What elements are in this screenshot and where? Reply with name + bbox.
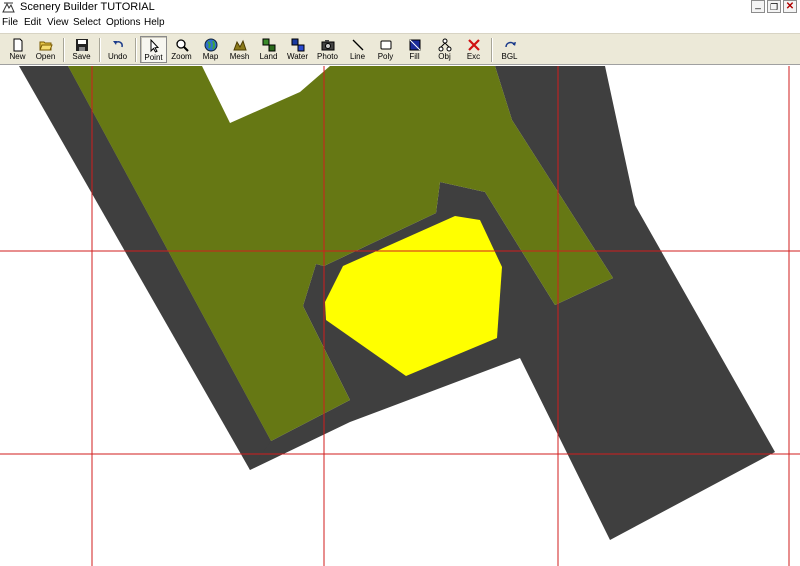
zoom-label: Zoom <box>171 52 192 61</box>
app-icon <box>2 2 15 13</box>
minimize-button[interactable]: _ <box>751 0 765 13</box>
polygon-icon <box>380 40 391 50</box>
object-tree-icon <box>438 38 451 52</box>
title-bar: Scenery Builder TUTORIAL _ ❐ ✕ <box>0 0 800 15</box>
line-icon <box>352 39 363 51</box>
toolbar-separator <box>491 38 493 62</box>
save-disk-icon <box>75 39 88 51</box>
land-squares-icon <box>262 38 275 52</box>
point-label: Point <box>144 53 163 62</box>
close-icon: ✕ <box>785 0 795 12</box>
zoom-tool-button[interactable]: Zoom <box>168 36 195 63</box>
menu-help[interactable]: Help <box>144 17 165 29</box>
poly-tool-button[interactable]: Poly <box>372 36 399 63</box>
photo-label: Photo <box>317 52 338 61</box>
pointer-arrow-icon <box>150 39 159 53</box>
bgl-label: BGL <box>501 52 518 61</box>
restore-icon: ❐ <box>769 1 779 12</box>
toolbar-separator <box>99 38 101 62</box>
mountain-mesh-icon <box>232 39 247 51</box>
minimize-icon: _ <box>755 0 761 10</box>
poly-label: Poly <box>377 52 394 61</box>
save-label: Save <box>72 52 91 61</box>
land-button[interactable]: Land <box>255 36 282 63</box>
menu-bar: File Edit View Select Options Help <box>0 16 800 31</box>
toolbar-separator <box>63 38 65 62</box>
mesh-label: Mesh <box>229 52 250 61</box>
toolbar-separator <box>135 38 137 62</box>
fill-label: Fill <box>409 52 420 61</box>
undo-arrow-icon <box>112 41 123 48</box>
land-label: Land <box>259 52 278 61</box>
obj-label: Obj <box>438 52 451 61</box>
scenery-canvas[interactable] <box>0 66 800 566</box>
line-tool-button[interactable]: Line <box>344 36 371 63</box>
exc-button[interactable]: Exc <box>460 36 487 63</box>
mesh-button[interactable]: Mesh <box>226 36 253 63</box>
save-button[interactable]: Save <box>68 36 95 63</box>
exc-label: Exc <box>466 52 481 61</box>
open-folder-icon <box>38 41 53 51</box>
photo-button[interactable]: Photo <box>314 36 341 63</box>
exclusion-x-icon <box>467 39 480 51</box>
water-squares-icon <box>291 38 304 52</box>
point-tool-button[interactable]: Point <box>140 36 167 63</box>
new-button[interactable]: New <box>4 36 31 63</box>
fill-icon <box>409 39 420 51</box>
map-label: Map <box>202 52 219 61</box>
bgl-button[interactable]: BGL <box>496 36 523 63</box>
menu-select[interactable]: Select <box>73 17 101 29</box>
open-button[interactable]: Open <box>32 36 59 63</box>
line-label: Line <box>349 52 366 61</box>
water-button[interactable]: Water <box>284 36 311 63</box>
menu-options[interactable]: Options <box>106 17 140 29</box>
water-label: Water <box>286 52 309 61</box>
menu-view[interactable]: View <box>47 17 69 29</box>
undo-label: Undo <box>107 52 128 61</box>
magnifier-icon <box>175 39 189 52</box>
compile-arrow-icon <box>504 41 516 48</box>
map-button[interactable]: Map <box>197 36 224 63</box>
window-title: Scenery Builder TUTORIAL <box>20 1 155 13</box>
fill-tool-button[interactable]: Fill <box>401 36 428 63</box>
new-label: New <box>9 52 26 61</box>
camera-icon <box>321 40 334 51</box>
menu-file[interactable]: File <box>2 17 18 29</box>
restore-button[interactable]: ❐ <box>767 0 781 13</box>
undo-button[interactable]: Undo <box>104 36 131 63</box>
toolbar: New Open Save Undo Point Zoom Map Mesh L… <box>0 33 800 65</box>
menu-edit[interactable]: Edit <box>24 17 41 29</box>
close-button[interactable]: ✕ <box>783 0 797 13</box>
obj-button[interactable]: Obj <box>431 36 458 63</box>
open-label: Open <box>35 52 56 61</box>
new-file-icon <box>13 38 22 52</box>
globe-icon <box>204 38 217 52</box>
